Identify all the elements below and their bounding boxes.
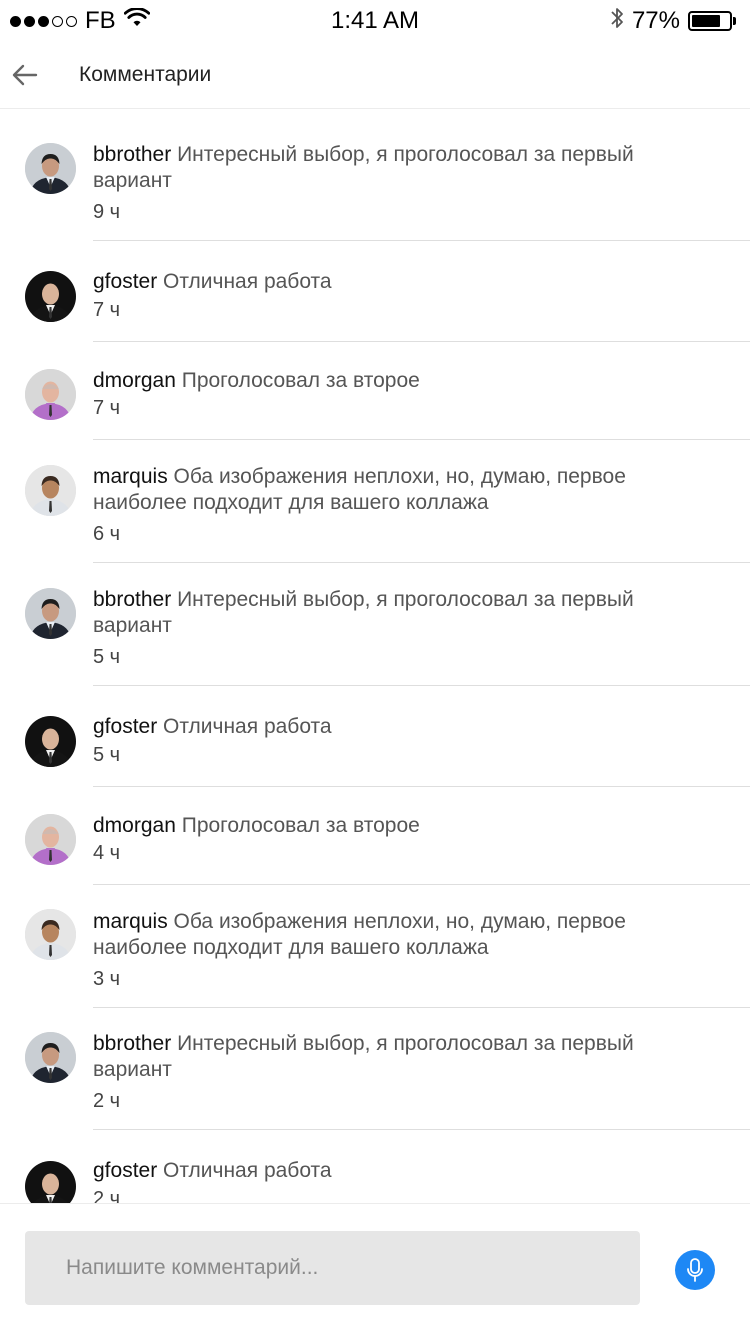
- status-right: 77%: [610, 6, 750, 37]
- comment-text: Отличная работа: [163, 715, 332, 738]
- comment-text: Оба изображения неплохи, но, думаю, перв…: [93, 465, 626, 514]
- comment-timestamp: 2 ч: [93, 1188, 121, 1203]
- comment-username[interactable]: marquis: [93, 465, 168, 488]
- divider: [93, 786, 750, 787]
- comment-timestamp: 7 ч: [93, 299, 121, 321]
- comment-text: Отличная работа: [163, 1159, 332, 1182]
- comment-username[interactable]: bbrother: [93, 143, 171, 166]
- comment-timestamp: 7 ч: [93, 397, 121, 419]
- avatar[interactable]: [25, 909, 76, 960]
- comment-composer: [0, 1203, 750, 1334]
- comment-body: dmorgan Проголосовал за второе: [93, 368, 693, 394]
- divider: [93, 341, 750, 342]
- comment-text: Оба изображения неплохи, но, думаю, перв…: [93, 910, 626, 959]
- avatar[interactable]: [25, 814, 76, 865]
- voice-input-button[interactable]: [675, 1250, 715, 1290]
- comment-username[interactable]: marquis: [93, 910, 168, 933]
- comment-body: dmorgan Проголосовал за второе: [93, 813, 693, 839]
- comment-body: bbrother Интересный выбор, я проголосова…: [93, 142, 693, 194]
- battery-icon: [688, 11, 736, 31]
- avatar[interactable]: [25, 271, 76, 322]
- comment-body: gfoster Отличная работа: [93, 714, 693, 740]
- comments-screen: FB 1:41 AM 77% Комментарии bbrother Инте…: [0, 0, 750, 1334]
- comment-text: Интересный выбор, я проголосовал за перв…: [93, 1032, 634, 1081]
- divider: [93, 240, 750, 241]
- divider: [93, 884, 750, 885]
- microphone-icon: [687, 1258, 703, 1282]
- comment-text: Проголосовал за второе: [181, 369, 420, 392]
- avatar[interactable]: [25, 465, 76, 516]
- avatar[interactable]: [25, 1032, 76, 1083]
- comment-body: gfoster Отличная работа: [93, 269, 693, 295]
- comment-username[interactable]: dmorgan: [93, 814, 176, 837]
- comment-username[interactable]: gfoster: [93, 270, 157, 293]
- comment-body: gfoster Отличная работа: [93, 1158, 693, 1184]
- avatar[interactable]: [25, 143, 76, 194]
- avatar[interactable]: [25, 369, 76, 420]
- divider: [93, 1007, 750, 1008]
- divider: [93, 685, 750, 686]
- wifi-icon: [123, 7, 150, 35]
- divider: [93, 1129, 750, 1130]
- signal-strength-icon: [10, 15, 77, 27]
- status-bar: FB 1:41 AM 77%: [0, 0, 750, 42]
- avatar[interactable]: [25, 716, 76, 767]
- comment-text: Отличная работа: [163, 270, 332, 293]
- comments-list[interactable]: bbrother Интересный выбор, я проголосова…: [0, 109, 750, 1203]
- comment-body: bbrother Интересный выбор, я проголосова…: [93, 587, 693, 639]
- comment-text: Интересный выбор, я проголосовал за перв…: [93, 143, 634, 192]
- comment-body: marquis Оба изображения неплохи, но, дум…: [93, 909, 693, 961]
- comment-username[interactable]: gfoster: [93, 715, 157, 738]
- comment-text: Проголосовал за второе: [181, 814, 420, 837]
- comment-timestamp: 6 ч: [93, 523, 121, 545]
- comment-username[interactable]: bbrother: [93, 588, 171, 611]
- top-app-bar: Комментарии: [0, 42, 750, 109]
- comment-timestamp: 3 ч: [93, 968, 121, 990]
- comment-timestamp: 9 ч: [93, 201, 121, 223]
- comment-username[interactable]: bbrother: [93, 1032, 171, 1055]
- page-title: Комментарии: [79, 63, 212, 86]
- comment-text: Интересный выбор, я проголосовал за перв…: [93, 588, 634, 637]
- comment-body: marquis Оба изображения неплохи, но, дум…: [93, 464, 693, 516]
- comment-timestamp: 5 ч: [93, 744, 121, 766]
- battery-level-fill: [692, 15, 720, 27]
- comment-timestamp: 2 ч: [93, 1090, 121, 1112]
- bluetooth-icon: [610, 6, 624, 37]
- status-left: FB: [0, 7, 150, 35]
- battery-percent: 77%: [631, 7, 680, 34]
- avatar[interactable]: [25, 588, 76, 639]
- comment-timestamp: 4 ч: [93, 842, 121, 864]
- divider: [93, 562, 750, 563]
- comment-username[interactable]: dmorgan: [93, 369, 176, 392]
- avatar[interactable]: [25, 1161, 76, 1203]
- carrier-name: FB: [85, 7, 116, 34]
- comment-body: bbrother Интересный выбор, я проголосова…: [93, 1031, 693, 1083]
- comment-username[interactable]: gfoster: [93, 1159, 157, 1182]
- arrow-back-icon: [12, 64, 38, 86]
- divider: [93, 439, 750, 440]
- back-button[interactable]: [2, 52, 48, 98]
- comment-input[interactable]: [25, 1231, 640, 1305]
- comment-timestamp: 5 ч: [93, 646, 121, 668]
